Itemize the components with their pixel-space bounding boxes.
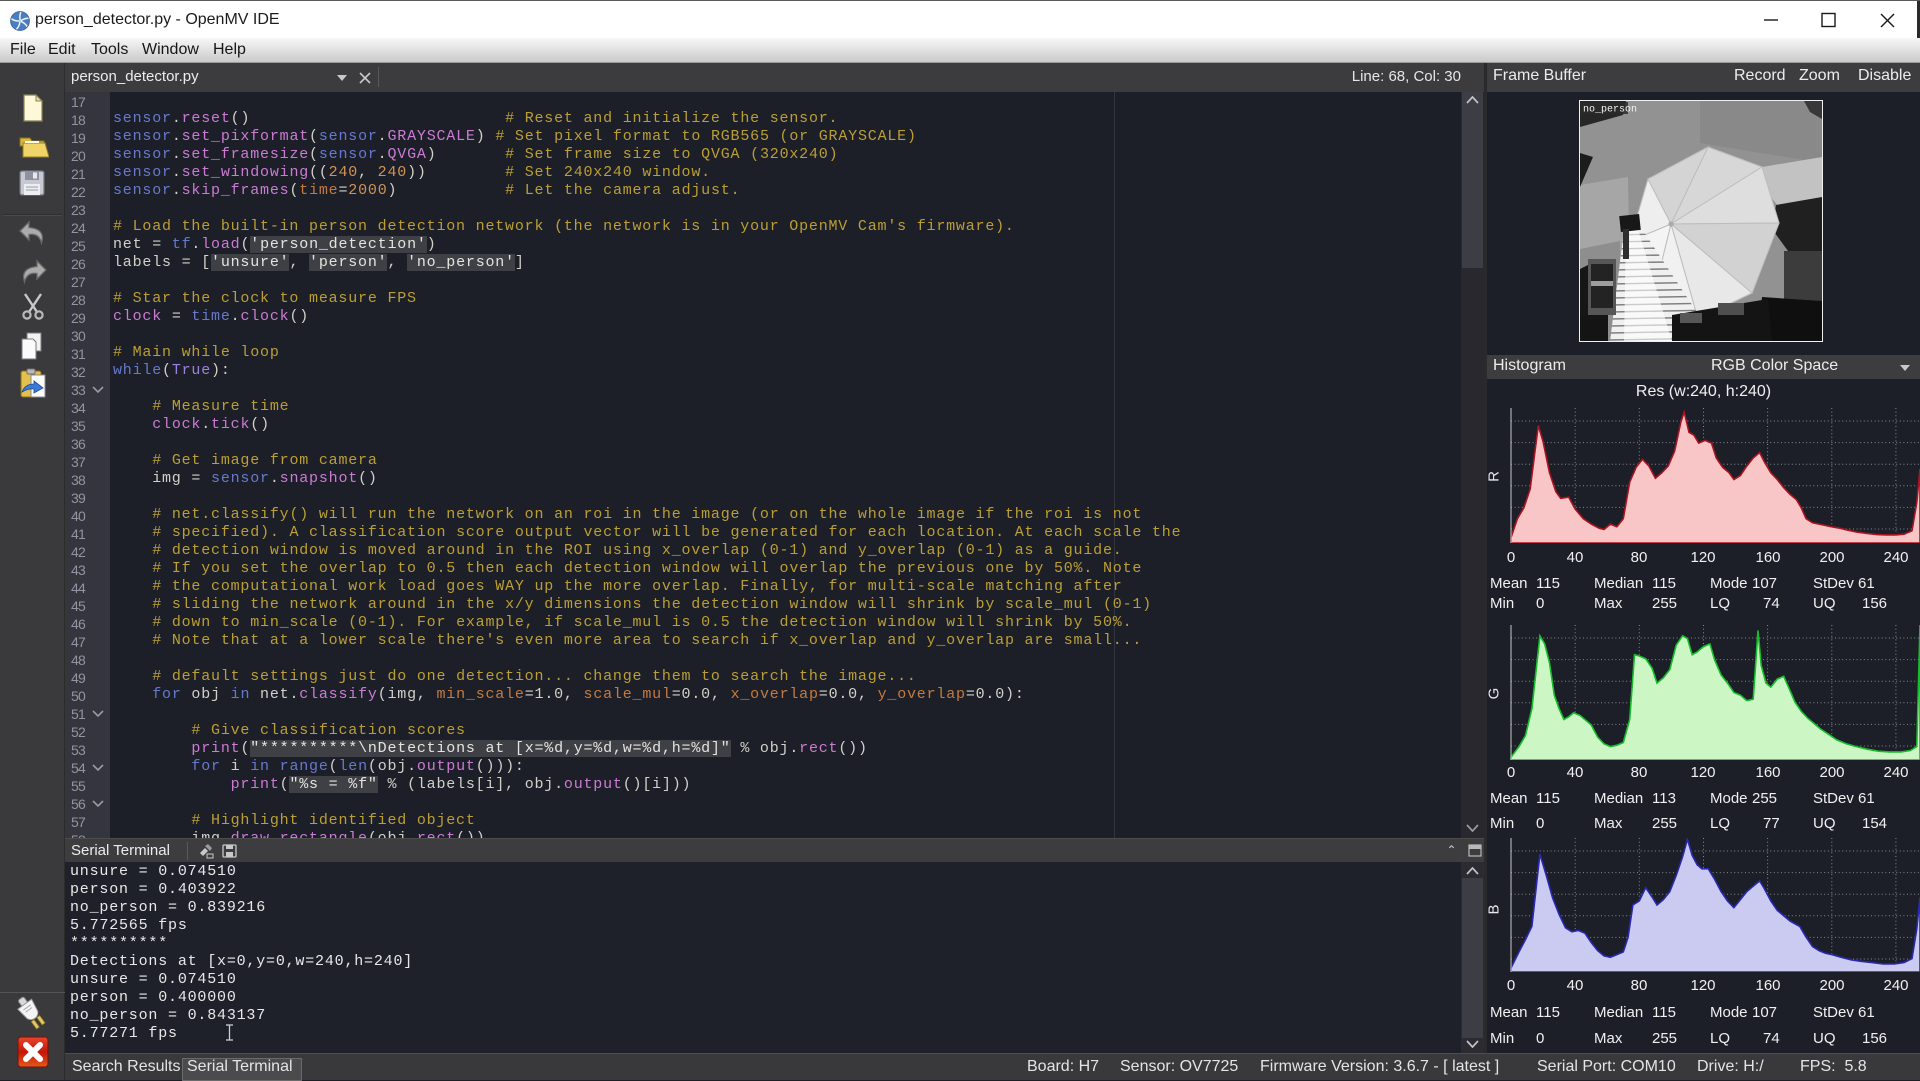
svg-text:no_person: no_person	[1583, 105, 1637, 116]
